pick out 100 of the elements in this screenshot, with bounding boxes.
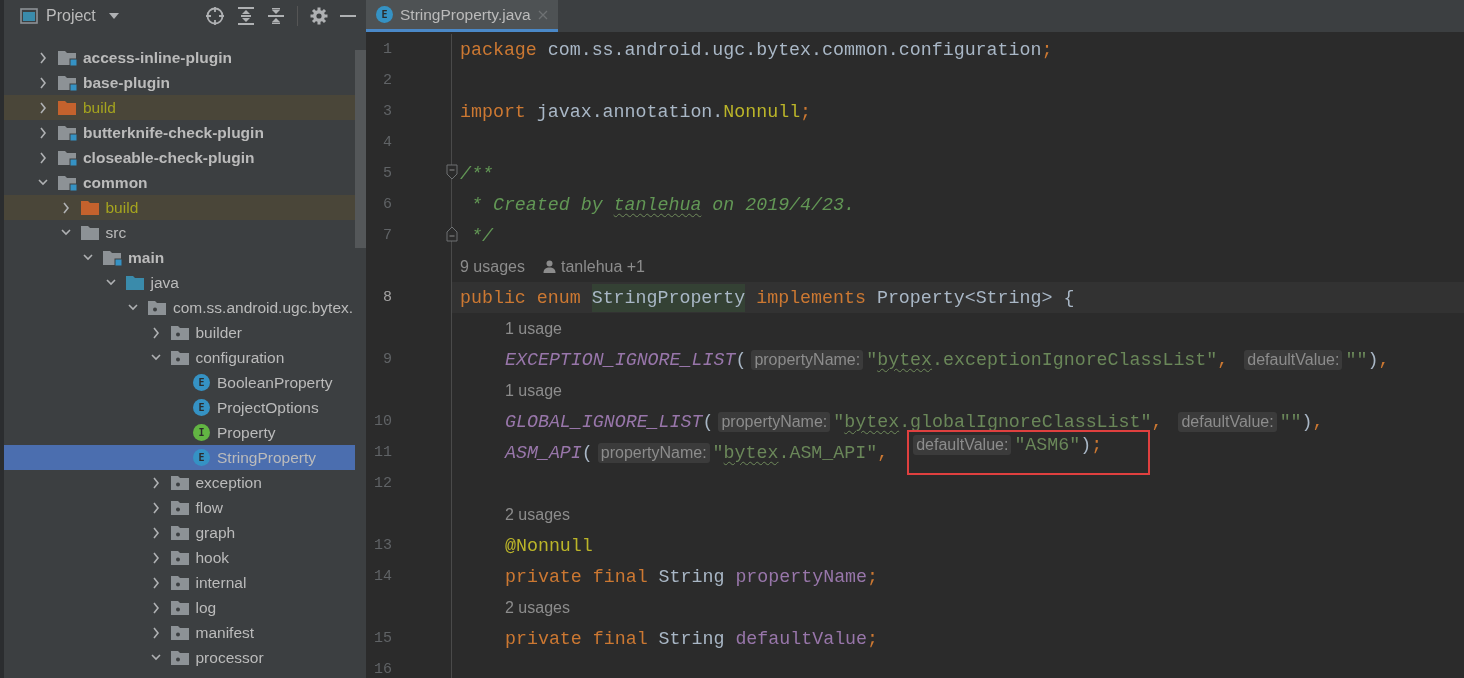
- code-token: (: [581, 442, 593, 463]
- chevron-icon[interactable]: [150, 476, 161, 489]
- tree-item[interactable]: base-plugin: [4, 70, 355, 95]
- line-number: 10: [373, 413, 392, 430]
- tree-item[interactable]: common: [4, 170, 355, 195]
- tree-item[interactable]: java: [4, 270, 355, 295]
- code-token: ,: [1217, 349, 1230, 370]
- tree-item[interactable]: internal: [4, 570, 355, 595]
- usages-link[interactable]: 1 usage: [505, 319, 562, 338]
- tree-item[interactable]: I Property: [4, 420, 355, 445]
- parameter-hint: defaultValue:: [1178, 411, 1277, 432]
- chevron-icon[interactable]: [38, 76, 48, 89]
- chevron-icon[interactable]: [38, 151, 48, 164]
- parameter-hint: propertyName:: [718, 411, 831, 432]
- tree-item[interactable]: graph: [4, 520, 355, 545]
- tree-item[interactable]: butterknife-check-plugin: [4, 120, 355, 145]
- tree-label: graph: [195, 523, 236, 542]
- tree-item[interactable]: builder: [4, 320, 355, 345]
- chevron-icon[interactable]: [150, 576, 161, 589]
- tree-label: base-plugin: [83, 73, 170, 92]
- tree-label: internal: [195, 573, 247, 592]
- file-tab[interactable]: E StringProperty.java: [366, 0, 558, 32]
- tree-item[interactable]: main: [4, 245, 355, 270]
- author-label[interactable]: tanlehua +1: [560, 257, 645, 276]
- usages-link[interactable]: 1 usage: [505, 381, 562, 400]
- tree-item[interactable]: configuration: [4, 345, 355, 370]
- chevron-icon[interactable]: [150, 526, 161, 539]
- tree-item[interactable]: build: [4, 195, 355, 220]
- tree-item[interactable]: processor: [4, 645, 355, 670]
- usages-link[interactable]: 2 usages: [505, 505, 570, 524]
- fold-marker-icon[interactable]: [446, 226, 458, 242]
- folder-icon: [170, 549, 190, 566]
- chevron-icon[interactable]: [150, 626, 161, 639]
- expand-all-icon[interactable]: [237, 6, 255, 26]
- code-token: .ASM_API": [778, 442, 878, 463]
- folder-icon: [170, 499, 190, 516]
- code-token: ,: [1378, 349, 1390, 370]
- chevron-icon[interactable]: [38, 101, 48, 114]
- usages-link[interactable]: 2 usages: [505, 598, 570, 617]
- panel-title: Project: [46, 7, 96, 25]
- tree-item[interactable]: manifest: [4, 620, 355, 645]
- code-token: GLOBAL_IGNORE_LIST: [505, 411, 703, 432]
- locate-icon[interactable]: [205, 6, 225, 26]
- folder-icon: [58, 124, 77, 141]
- code-token: ;: [867, 566, 879, 587]
- chevron-icon[interactable]: [150, 551, 161, 564]
- tree-label: ProjectOptions: [217, 398, 319, 417]
- tree-label: build: [105, 198, 139, 217]
- settings-icon[interactable]: [310, 7, 328, 25]
- chevron-icon[interactable]: [38, 126, 48, 139]
- tree-item[interactable]: build: [4, 95, 355, 120]
- code-token: String: [658, 628, 726, 649]
- tree-item[interactable]: access-inline-plugin: [4, 45, 355, 70]
- parameter-hint: defaultValue:: [1244, 349, 1343, 370]
- code-token: ": [866, 349, 878, 370]
- folder-icon: [170, 574, 190, 591]
- chevron-icon[interactable]: [60, 201, 71, 214]
- code-token: ): [1301, 411, 1313, 432]
- code-token: */: [469, 225, 493, 246]
- tree-label: main: [128, 248, 165, 267]
- tree-label: access-inline-plugin: [83, 48, 232, 67]
- tree-item[interactable]: E ProjectOptions: [4, 395, 355, 420]
- code-token: on 2019/4/23.: [711, 194, 855, 215]
- minimize-icon[interactable]: [340, 14, 356, 18]
- tree-item[interactable]: exception: [4, 470, 355, 495]
- line-number: 4: [382, 134, 392, 151]
- chevron-icon[interactable]: [38, 51, 48, 64]
- code-token: Property<String> {: [876, 287, 1075, 308]
- code-token: "": [1345, 349, 1368, 370]
- tree-item[interactable]: closeable-check-plugin: [4, 145, 355, 170]
- code-token: ;: [867, 628, 879, 649]
- code-token: bytex: [877, 349, 933, 370]
- chevron-icon[interactable]: [150, 601, 161, 614]
- tree-item[interactable]: E StringProperty: [4, 445, 355, 470]
- tree-item[interactable]: log: [4, 595, 355, 620]
- collapse-all-icon[interactable]: [267, 6, 285, 26]
- class-badge: E: [193, 399, 210, 416]
- chevron-icon[interactable]: [150, 501, 161, 514]
- chevron-icon[interactable]: [150, 326, 161, 339]
- usages-link[interactable]: 9 usages: [460, 257, 525, 276]
- tree-item[interactable]: com.ss.android.ugc.bytex.: [4, 295, 355, 320]
- tree-label: closeable-check-plugin: [83, 148, 255, 167]
- folder-icon: [148, 299, 167, 316]
- tree-item[interactable]: hook: [4, 545, 355, 570]
- scrollbar-thumb[interactable]: [355, 50, 366, 248]
- line-number: 6: [382, 196, 392, 213]
- code-token: com.ss.android.ugc.bytex.common.configuration: [546, 39, 1042, 60]
- folder-icon: [170, 599, 190, 616]
- tree-label: builder: [195, 323, 243, 342]
- tree-item[interactable]: flow: [4, 495, 355, 520]
- fold-marker-icon[interactable]: [446, 164, 458, 180]
- tree-item[interactable]: src: [4, 220, 355, 245]
- tree-item[interactable]: E BooleanProperty: [4, 370, 355, 395]
- code-token: ASM_API: [505, 442, 582, 463]
- person-icon: [542, 260, 556, 273]
- tree-label: flow: [195, 498, 224, 517]
- class-badge: I: [193, 424, 210, 441]
- folder-icon: [170, 349, 190, 366]
- dropdown-caret-icon[interactable]: [107, 12, 120, 20]
- line-number: 13: [373, 537, 392, 554]
